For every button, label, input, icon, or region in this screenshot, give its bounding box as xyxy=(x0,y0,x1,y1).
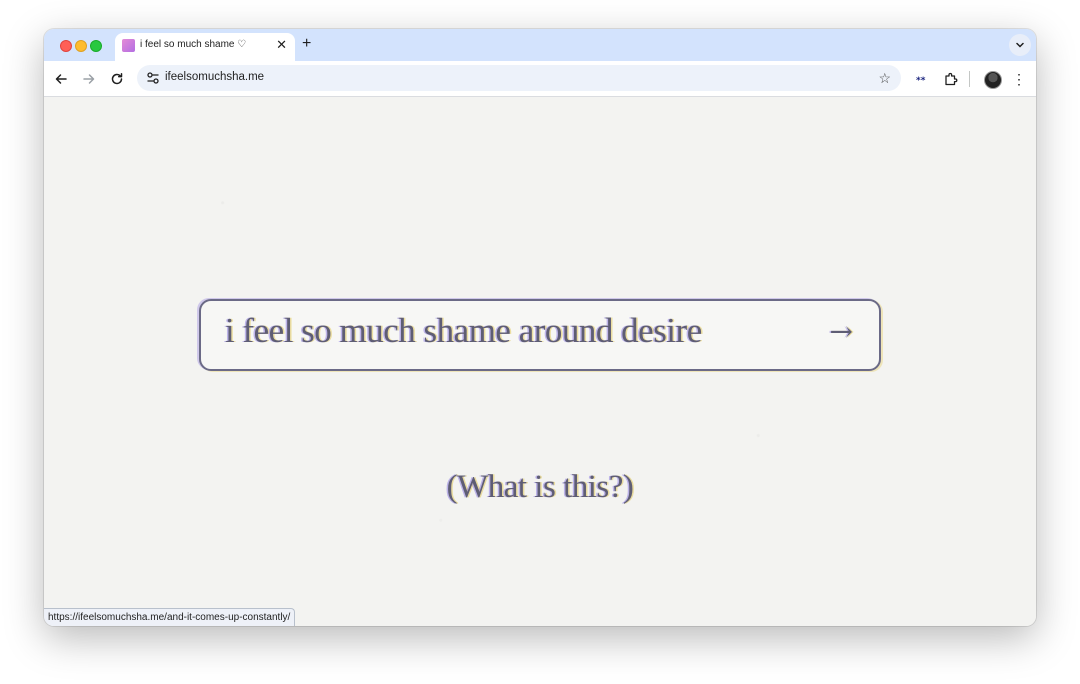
shame-desire-button[interactable]: i feel so much shame around desire → xyxy=(199,299,881,371)
back-button[interactable] xyxy=(50,68,72,90)
forward-button[interactable] xyxy=(78,68,100,90)
chevron-down-icon xyxy=(1016,42,1024,48)
page-content: i feel so much shame around desire → (Wh… xyxy=(44,97,1036,626)
close-window-button[interactable] xyxy=(60,40,72,52)
back-arrow-icon xyxy=(55,74,67,84)
new-tab-button[interactable]: + xyxy=(302,34,311,54)
favicon-icon xyxy=(122,39,135,52)
right-arrow-icon: → xyxy=(829,315,853,348)
tab-search-button[interactable] xyxy=(1009,34,1031,56)
status-bar-url: https://ifeelsomuchsha.me/and-it-comes-u… xyxy=(44,608,296,626)
tab-title: i feel so much shame ♡ xyxy=(140,39,247,50)
tab-strip: i feel so much shame ♡ ✕ + xyxy=(44,29,1036,61)
url-text[interactable]: ifeelsomuchsha.me xyxy=(165,71,264,83)
cta-label: i feel so much shame around desire xyxy=(225,311,702,350)
svg-text:**: ** xyxy=(916,76,926,86)
reload-button[interactable] xyxy=(106,68,128,90)
password-dots-icon: ** xyxy=(916,76,926,86)
maximize-window-button[interactable] xyxy=(90,40,102,52)
tab-close-icon[interactable]: ✕ xyxy=(276,37,287,53)
extensions-button[interactable] xyxy=(939,68,961,90)
address-bar[interactable]: ifeelsomuchsha.me ☆ xyxy=(137,65,901,91)
browser-window: i feel so much shame ♡ ✕ + ifeelsomuchsh… xyxy=(44,29,1036,626)
toolbar-divider xyxy=(969,71,970,87)
star-icon[interactable]: ☆ xyxy=(878,69,891,87)
minimize-window-button[interactable] xyxy=(75,40,87,52)
toolbar: ifeelsomuchsha.me ☆ ** ⋮ xyxy=(44,61,1036,97)
reload-icon xyxy=(111,73,123,85)
puzzle-icon xyxy=(944,72,957,85)
password-extension-button[interactable]: ** xyxy=(911,68,933,90)
tune-icon[interactable] xyxy=(145,70,161,86)
kebab-menu-icon[interactable]: ⋮ xyxy=(1010,68,1028,90)
tab-active[interactable]: i feel so much shame ♡ ✕ xyxy=(115,33,295,61)
forward-arrow-icon xyxy=(83,74,95,84)
what-is-this-link[interactable]: (What is this?) xyxy=(44,469,1036,506)
avatar[interactable] xyxy=(984,71,1002,89)
